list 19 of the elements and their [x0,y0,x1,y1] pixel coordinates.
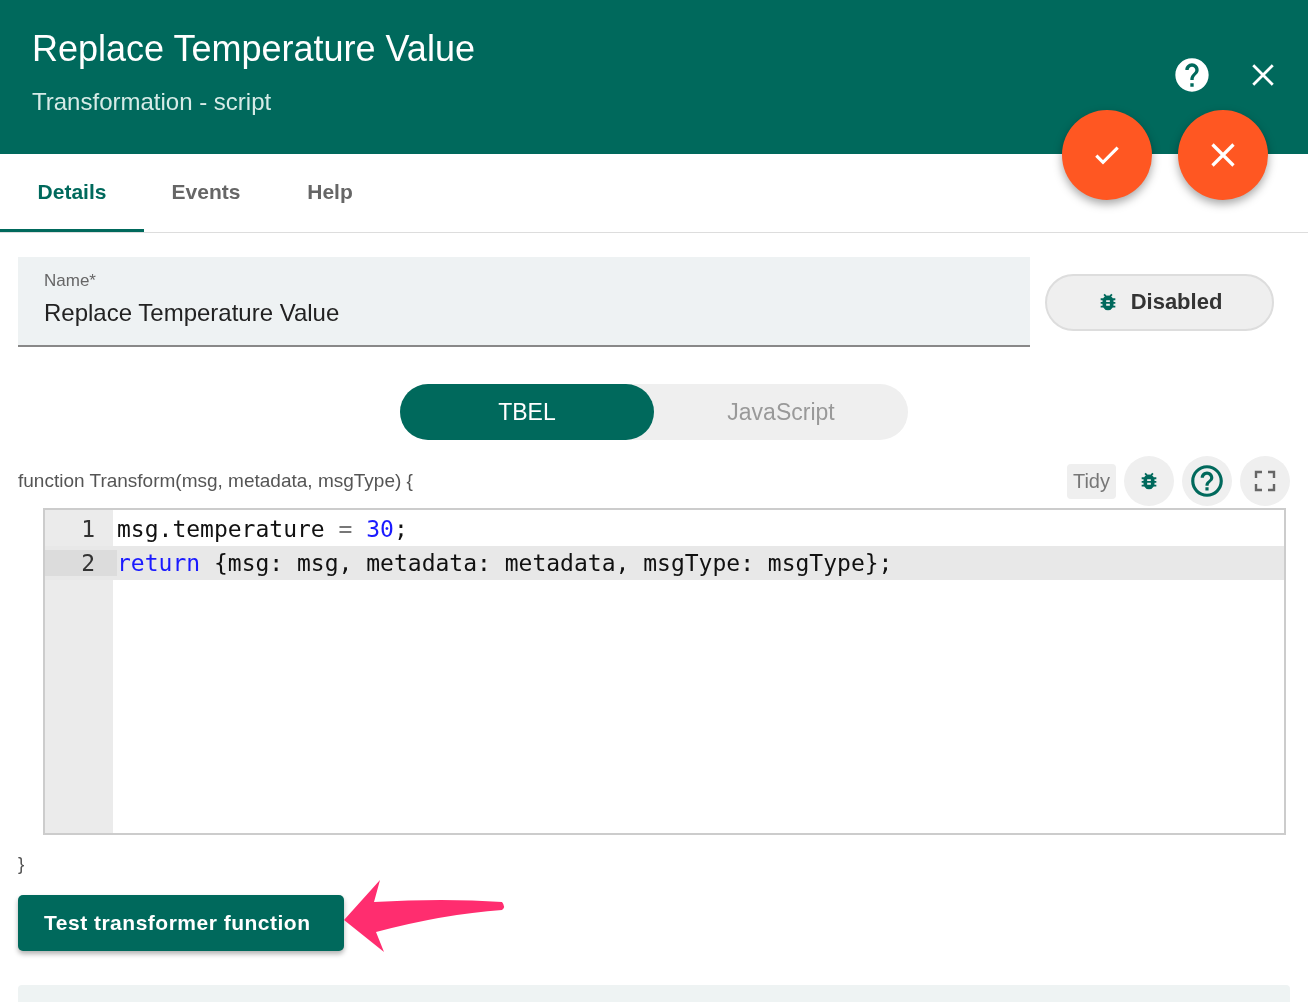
tab[interactable]: Events [144,154,268,232]
dialog-title: Replace Temperature Value [32,28,475,70]
debug-mode-button[interactable]: Disabled [1045,273,1274,331]
tidy-button[interactable]: Tidy [1066,463,1116,499]
name-input[interactable]: Replace Temperature Value [44,299,1004,327]
code-editor[interactable]: 1 msg.temperature = 30; 2 return {msg: msg, metadata: metadata, msgType: msgType}; [43,508,1286,835]
tab[interactable]: Details [0,154,144,232]
code-line: return {msg: msg, metadata: metadata, msgType: msgType}; [117,550,893,576]
tab[interactable]: Help [268,154,392,232]
test-function-button[interactable]: Test transformer function [18,895,344,951]
line-number: 1 [80,516,96,542]
code-line: msg.temperature = 30; [117,516,408,542]
field-label: Name* [44,271,97,291]
line-number: 2 [45,550,117,576]
function-end: } [18,853,26,875]
function-signature: function Transform(msg, metadata, msgType) { [18,470,413,492]
dialog-subtitle: Transformation - script [32,88,273,116]
name-field[interactable]: Name* Replace Temperature Value [18,257,1030,347]
language-toggle-option[interactable]: TBEL [400,384,654,440]
